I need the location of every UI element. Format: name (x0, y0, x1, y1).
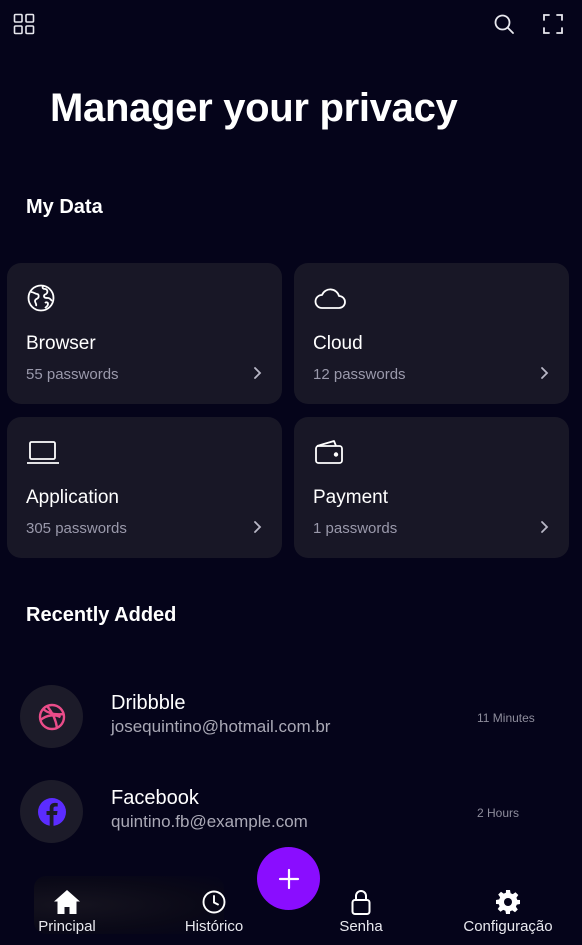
item-time: 11 Minutes (477, 711, 535, 725)
nav-item-historico[interactable]: Histórico (154, 875, 274, 945)
chevron-right-icon (539, 365, 549, 381)
home-icon (53, 888, 81, 916)
chevron-right-icon (252, 519, 262, 535)
chevron-right-icon (539, 519, 549, 535)
item-email: josequintino@hotmail.com.br (111, 717, 331, 736)
nav-label: Principal (38, 918, 96, 935)
my-data-heading: My Data (26, 196, 103, 218)
nav-label: Senha (339, 918, 383, 935)
card-application[interactable]: Application 305 passwords (7, 417, 282, 558)
card-subtitle: 305 passwords (26, 520, 127, 537)
item-time: 2 Hours (477, 806, 520, 820)
card-cloud[interactable]: Cloud 12 passwords (294, 263, 569, 404)
page-title: Manager your privacy (50, 86, 458, 130)
laptop-icon (26, 437, 60, 467)
item-name: Dribbble (111, 692, 186, 714)
avatar (20, 780, 83, 843)
dribbble-icon (38, 703, 65, 730)
avatar (20, 685, 83, 748)
lock-icon (349, 888, 373, 916)
nav-label: Histórico (184, 918, 244, 935)
card-subtitle: 12 passwords (313, 366, 406, 383)
cloud-icon (313, 283, 347, 313)
grid-menu-button[interactable] (10, 10, 38, 38)
nav-label: Configuração (463, 918, 553, 935)
fullscreen-button[interactable] (539, 10, 567, 38)
card-title: Application (26, 487, 119, 508)
item-email: quintino.fb@example.com (111, 812, 308, 831)
card-title: Cloud (313, 333, 363, 354)
add-button[interactable] (257, 847, 320, 910)
card-title: Payment (313, 487, 388, 508)
wallet-icon (313, 437, 345, 467)
clock-icon (201, 888, 227, 916)
grid-icon (13, 13, 35, 35)
chevron-right-icon (252, 365, 262, 381)
gear-icon (495, 888, 521, 916)
search-button[interactable] (490, 10, 518, 38)
card-subtitle: 55 passwords (26, 366, 119, 383)
card-payment[interactable]: Payment 1 passwords (294, 417, 569, 558)
card-title: Browser (26, 333, 96, 354)
recently-added-heading: Recently Added (26, 604, 177, 626)
list-item-dribbble[interactable]: Dribbble josequintino@hotmail.com.br 11 … (0, 685, 582, 765)
search-icon (494, 14, 514, 34)
nav-item-principal[interactable]: Principal (7, 875, 127, 945)
globe-icon (26, 283, 56, 313)
card-browser[interactable]: Browser 55 passwords (7, 263, 282, 404)
plus-icon (278, 868, 299, 889)
facebook-icon (37, 797, 66, 826)
card-subtitle: 1 passwords (313, 520, 398, 537)
nav-item-configuracao[interactable]: Configuração (448, 875, 568, 945)
item-name: Facebook (111, 787, 199, 809)
fullscreen-icon (543, 14, 563, 34)
